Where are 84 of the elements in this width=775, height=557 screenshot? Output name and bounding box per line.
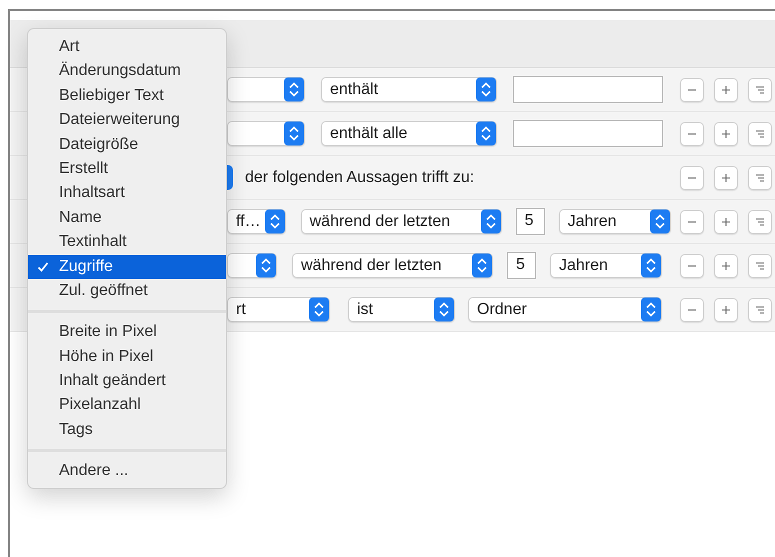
popup-button[interactable] [227,253,277,278]
popup-button[interactable]: enthält alle [321,121,497,146]
plus-icon [721,128,731,138]
options-button[interactable] [748,298,772,322]
options-button[interactable] [748,166,772,190]
input-field[interactable]: 5 [516,208,545,235]
popup-button[interactable]: während der letzten [292,253,493,278]
popup-text: Ordner [477,300,527,318]
popup-text: Jahren [568,212,617,230]
lines-icon [755,84,765,94]
add-button[interactable] [714,122,738,146]
menu-item[interactable]: Änderungsdatum [28,59,226,84]
lines-icon [755,128,765,138]
popup-text: ff… [236,212,261,230]
lines-icon [755,304,765,314]
input-field[interactable] [513,76,663,103]
chevron-updown-icon [480,209,501,234]
chevron-updown-icon [264,209,285,234]
popup-button[interactable]: enthält [321,77,497,102]
popup-button[interactable]: ist [348,297,455,322]
menu-item[interactable]: Breite in Pixel [28,320,226,345]
menu-item[interactable]: Dateigröße [28,132,226,157]
input-field[interactable] [513,120,663,147]
chevron-updown-icon [434,297,454,322]
popup-button[interactable] [227,77,305,102]
add-button[interactable] [714,254,738,278]
menu-item[interactable]: Zul. geöffnet [28,278,226,304]
popup-text: während der letzten [301,256,442,274]
add-button[interactable] [714,298,738,322]
options-button[interactable] [748,210,772,234]
options-button[interactable] [748,254,772,278]
chevron-updown-icon [641,297,661,322]
popup-text: rt [236,300,246,318]
options-button[interactable] [748,122,772,146]
menu-item[interactable]: Beliebiger Text [28,84,226,108]
plus-icon [721,84,731,94]
popup-button[interactable]: rt [227,297,330,322]
add-button[interactable] [714,210,738,234]
popup-button[interactable]: ff… [227,209,286,234]
plus-icon [721,260,731,270]
menu-item[interactable]: Erstellt [28,156,226,182]
chevron-updown-icon [650,209,670,234]
options-button[interactable] [748,78,772,102]
chevron-updown-icon [476,77,496,102]
popup-text: ist [357,300,373,318]
checkmark-icon [37,260,49,273]
popup-button[interactable]: während der letzten [300,209,502,234]
chevron-updown-icon [472,253,492,278]
popup-button[interactable]: Ordner [468,297,662,322]
chevron-updown-icon [309,297,329,322]
popup-button[interactable]: Jahren [558,209,671,234]
lines-icon [755,260,765,270]
menu-item[interactable]: Art [28,35,226,60]
menu-item[interactable]: Pixelanzahl [28,393,226,418]
popup-text: während der letzten [310,212,450,230]
menu-item[interactable]: Textinhalt [28,230,226,255]
chevron-updown-icon [284,121,304,146]
plus-icon [721,216,731,226]
popup-arrow-stub[interactable] [227,165,233,190]
chevron-updown-icon [476,121,496,146]
menu-item[interactable]: Name [28,206,226,230]
menu-item[interactable]: Höhe in Pixel [28,344,226,370]
lines-icon [755,172,765,182]
chevron-updown-icon [256,253,276,278]
chevron-updown-icon [641,253,661,278]
menu-item[interactable]: Inhalt geändert [28,369,226,394]
menu-item[interactable]: Tags [28,418,226,442]
popup-button[interactable]: Jahren [550,253,662,278]
chevron-updown-icon [284,77,304,102]
menu-item[interactable]: Dateierweiterung [28,108,226,133]
menu-item[interactable]: Zugriffe [28,254,226,279]
popup-text: Jahren [559,256,608,274]
popup-button[interactable] [227,121,305,146]
menu-item[interactable]: Inhaltsart [28,181,226,206]
add-button[interactable] [714,166,738,190]
lines-icon [755,216,765,226]
input-field[interactable]: 5 [507,252,536,279]
plus-icon [721,304,731,314]
menu-item[interactable]: Andere ... [28,459,226,484]
plus-icon [721,172,731,182]
popup-text: enthält [330,80,378,98]
popup-text: enthält alle [330,124,408,142]
add-button[interactable] [714,78,738,102]
criteria-text: der folgenden Aussagen trifft zu: [245,168,474,186]
